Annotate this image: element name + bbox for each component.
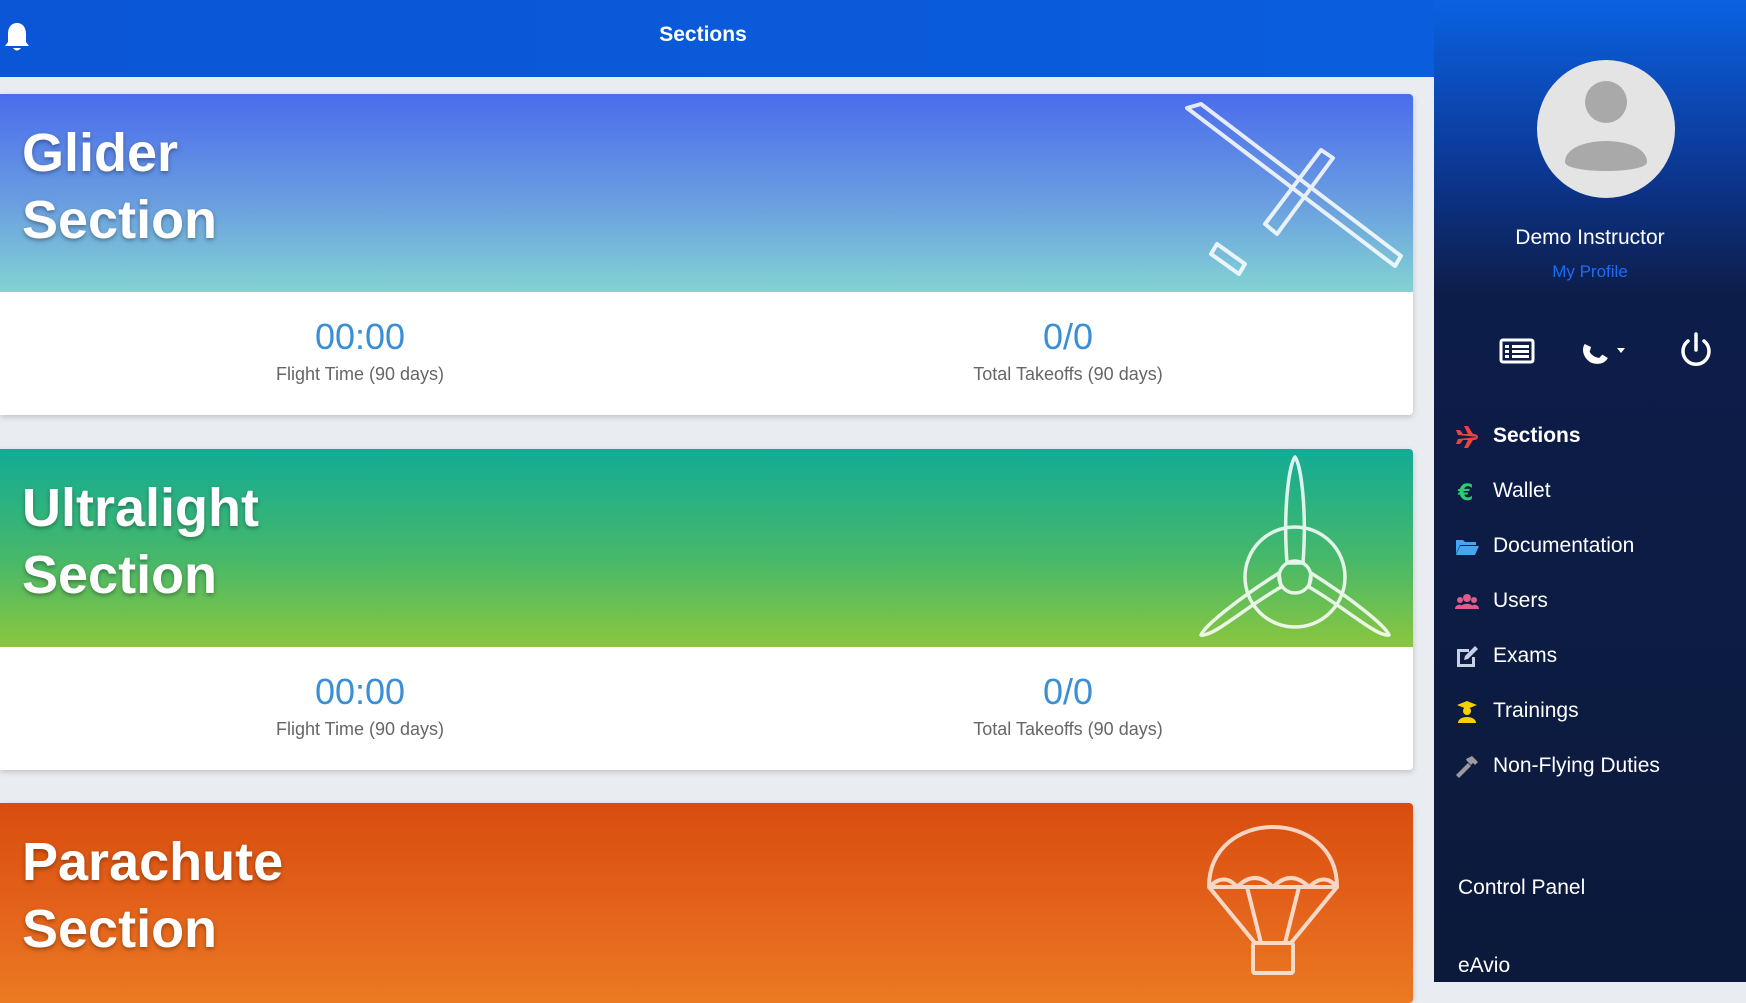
section-title: Glider Section	[22, 123, 218, 250]
user-avatar-icon	[1565, 81, 1647, 171]
takeoffs-value: 0/0	[1042, 671, 1094, 712]
sidebar-item-label: Documentation	[1493, 534, 1635, 557]
sidebar-item-label: Wallet	[1493, 479, 1551, 502]
flight-time-value: 00:00	[314, 671, 406, 712]
sidebar-item-non-flying-duties[interactable]: Non-Flying Duties	[1434, 744, 1746, 799]
folder-icon	[1456, 540, 1479, 555]
sidebar-item-wallet[interactable]: € Wallet	[1434, 469, 1746, 524]
parachute-section-card[interactable]: Parachute Section	[0, 803, 1413, 1003]
section-title: Ultralight Section	[22, 478, 259, 605]
glider-stats: 00:00 Flight Time (90 days) 0/0 Total Ta…	[0, 292, 1413, 415]
sidebar-item-exams[interactable]: Exams	[1434, 634, 1746, 689]
parachute-icon	[1207, 825, 1339, 975]
flight-time-stat: 00:00 Flight Time (90 days)	[110, 671, 610, 740]
sidebar-item-label: Trainings	[1493, 699, 1579, 722]
flight-time-value: 00:00	[314, 316, 406, 357]
euro-icon: €	[1457, 481, 1473, 505]
glider-icon	[1185, 102, 1403, 276]
glider-section-card[interactable]: Glider Section 00:00 Flight Time (90 day…	[0, 94, 1413, 415]
hammer-icon	[1456, 756, 1478, 778]
flight-time-label: Flight Time (90 days)	[275, 719, 445, 739]
phone-dropdown-icon[interactable]	[1579, 330, 1635, 370]
flight-time-stat: 00:00 Flight Time (90 days)	[110, 316, 610, 385]
sidebar-item-label: Users	[1493, 589, 1548, 612]
sidebar-menu: Sections € Wallet Documentation Users Ex…	[1434, 414, 1746, 799]
plane-icon	[1456, 426, 1478, 448]
brand-link[interactable]: eAvio	[1458, 954, 1510, 978]
sidebar-item-documentation[interactable]: Documentation	[1434, 524, 1746, 579]
takeoffs-stat: 0/0 Total Takeoffs (90 days)	[818, 671, 1318, 740]
graduate-icon	[1457, 701, 1477, 723]
section-title: Parachute Section	[22, 832, 284, 959]
takeoffs-label: Total Takeoffs (90 days)	[973, 364, 1163, 384]
ultralight-section-card[interactable]: Ultralight Section 00:00 Flight Time (90…	[0, 449, 1413, 770]
takeoffs-stat: 0/0 Total Takeoffs (90 days)	[818, 316, 1318, 385]
propeller-icon	[1199, 455, 1391, 637]
avatar[interactable]	[1537, 60, 1675, 198]
users-icon	[1455, 594, 1479, 609]
ultralight-section-header[interactable]: Ultralight Section	[0, 449, 1413, 647]
edit-icon	[1457, 646, 1478, 667]
sidebar-item-label: Sections	[1493, 424, 1581, 447]
parachute-section-header[interactable]: Parachute Section	[0, 803, 1413, 1003]
my-profile-link[interactable]: My Profile	[1434, 262, 1746, 282]
sidebar: Demo Instructor My Profile Sections € Wa…	[1434, 0, 1746, 982]
sidebar-item-sections[interactable]: Sections	[1434, 414, 1746, 469]
glider-section-header[interactable]: Glider Section	[0, 94, 1413, 292]
takeoffs-value: 0/0	[1042, 316, 1094, 357]
takeoffs-label: Total Takeoffs (90 days)	[973, 719, 1163, 739]
ultralight-stats: 00:00 Flight Time (90 days) 0/0 Total Ta…	[0, 647, 1413, 770]
list-icon[interactable]	[1494, 330, 1538, 370]
page-title: Sections	[659, 23, 747, 46]
sidebar-item-users[interactable]: Users	[1434, 579, 1746, 634]
main-content: Glider Section 00:00 Flight Time (90 day…	[0, 77, 1434, 1003]
sidebar-item-label: Non-Flying Duties	[1493, 754, 1660, 777]
user-name: Demo Instructor	[1515, 226, 1665, 249]
control-panel-link[interactable]: Control Panel	[1458, 876, 1585, 900]
svg-text:€: €	[1457, 481, 1473, 505]
sidebar-item-label: Exams	[1493, 644, 1558, 667]
flight-time-label: Flight Time (90 days)	[275, 364, 445, 384]
power-icon[interactable]	[1674, 330, 1718, 370]
sidebar-item-trainings[interactable]: Trainings	[1434, 689, 1746, 744]
